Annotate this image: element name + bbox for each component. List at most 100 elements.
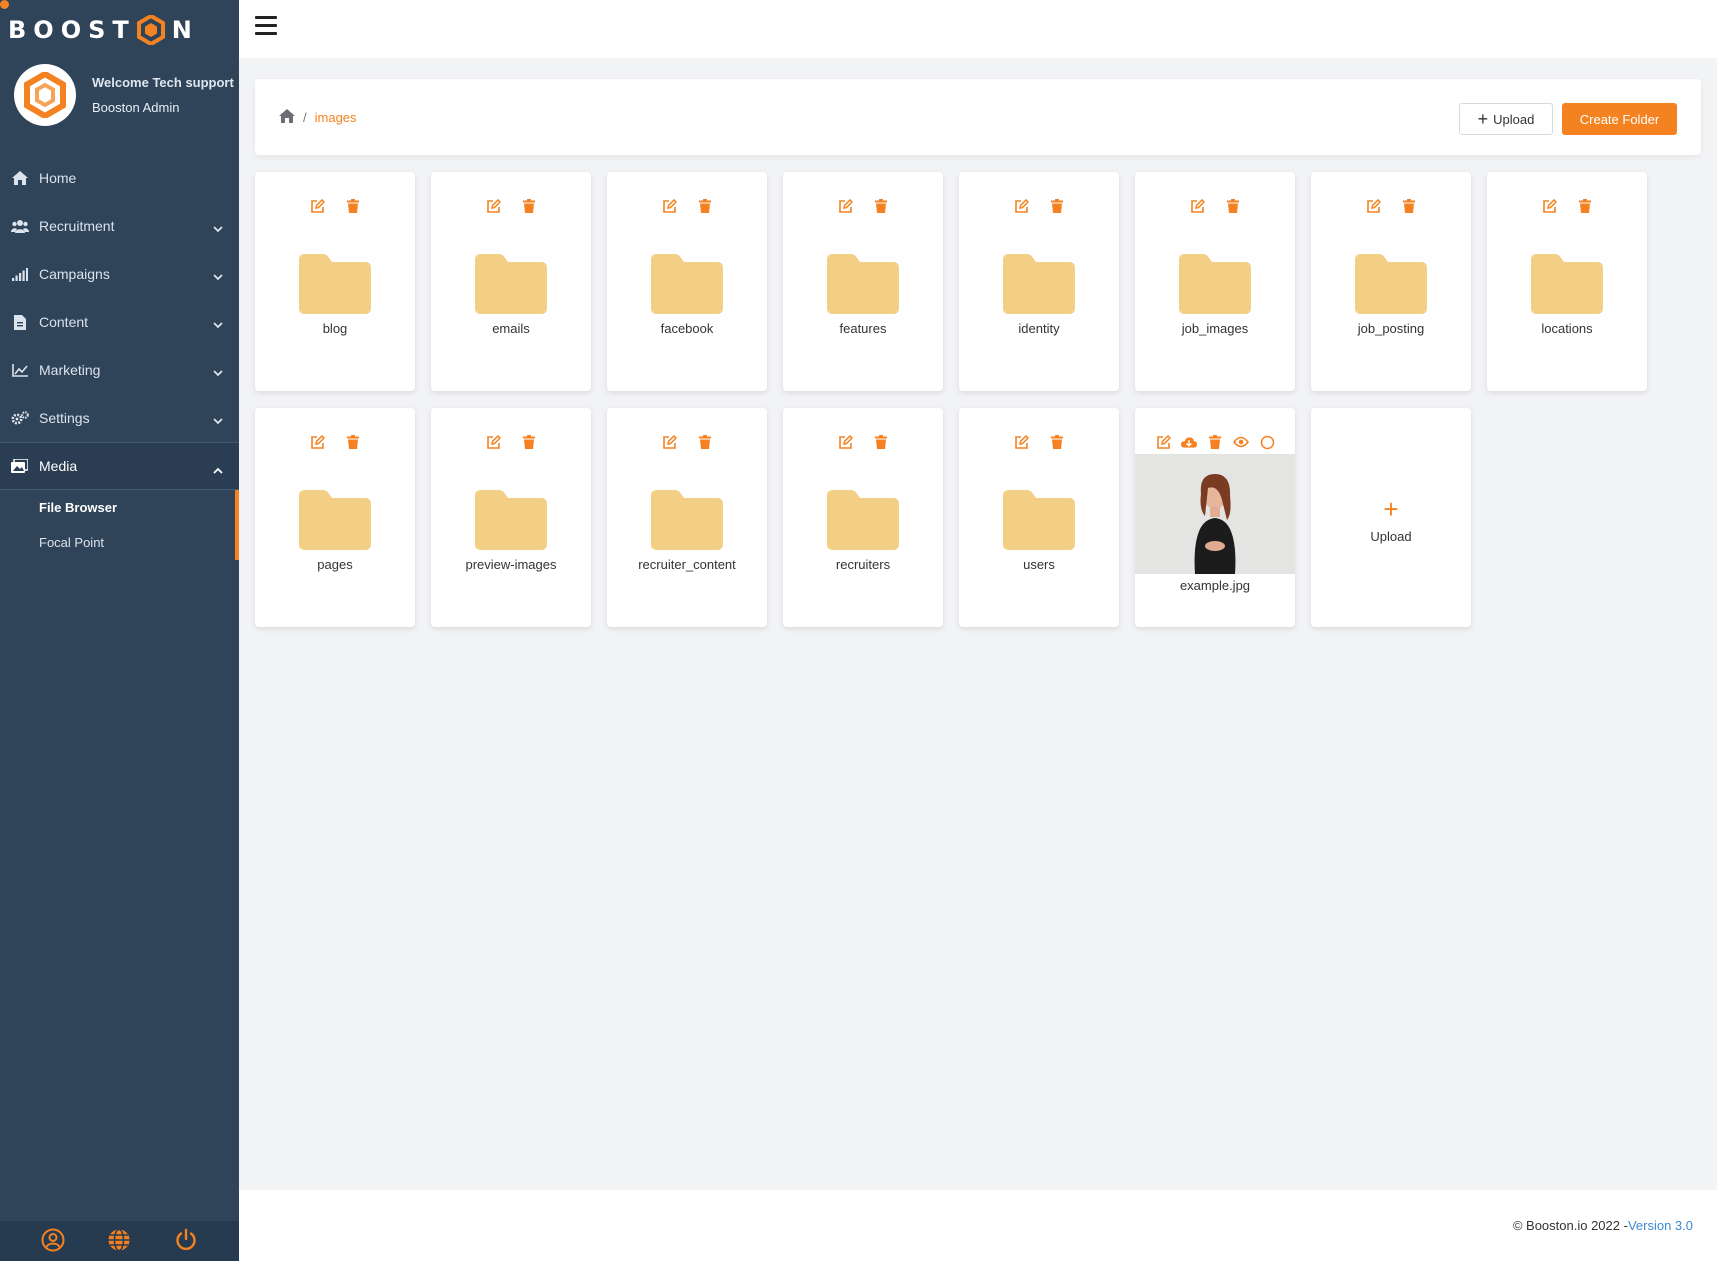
edit-icon[interactable]	[485, 434, 501, 450]
sidebar-item-settings[interactable]: Settings	[0, 394, 239, 442]
sidebar-item-home[interactable]: Home	[0, 154, 239, 202]
version-link[interactable]: Version 3.0	[1628, 1218, 1693, 1233]
brand-text-right: N	[171, 16, 199, 44]
chevron-up-icon	[213, 461, 223, 477]
trash-icon[interactable]	[873, 434, 889, 450]
avatar[interactable]	[14, 64, 76, 126]
image-thumbnail[interactable]	[1135, 454, 1295, 574]
breadcrumb-current[interactable]: images	[315, 110, 357, 125]
chevron-down-icon	[213, 364, 223, 380]
edit-icon[interactable]	[309, 198, 325, 214]
folder-card[interactable]: facebook	[607, 172, 767, 391]
upload-tile[interactable]: + Upload	[1311, 408, 1471, 627]
folder-icon	[475, 488, 547, 550]
edit-icon[interactable]	[1013, 198, 1029, 214]
edit-icon[interactable]	[837, 434, 853, 450]
edit-icon[interactable]	[1365, 198, 1381, 214]
user-circle-icon[interactable]	[41, 1228, 65, 1255]
upload-button[interactable]: + Upload	[1459, 103, 1553, 135]
edit-icon[interactable]	[1189, 198, 1205, 214]
folder-icon	[299, 252, 371, 314]
sidebar-item-label: Campaigns	[39, 266, 110, 282]
chevron-down-icon	[213, 412, 223, 428]
brand-text-left: BOOST	[8, 16, 136, 44]
edit-icon[interactable]	[661, 434, 677, 450]
edit-icon[interactable]	[1013, 434, 1029, 450]
sidebar-item-marketing[interactable]: Marketing	[0, 346, 239, 394]
folder-name: pages	[317, 557, 353, 572]
folder-icon	[1179, 252, 1251, 314]
edit-icon[interactable]	[1155, 434, 1171, 450]
trash-icon[interactable]	[1049, 434, 1065, 450]
trash-icon[interactable]	[1225, 198, 1241, 214]
folder-name: emails	[492, 321, 530, 336]
globe-icon[interactable]	[107, 1228, 131, 1255]
folder-card[interactable]: recruiters	[783, 408, 943, 627]
home-icon[interactable]	[279, 109, 295, 126]
menu-toggle-icon[interactable]	[255, 16, 277, 36]
trash-icon[interactable]	[1401, 198, 1417, 214]
trash-icon[interactable]	[1207, 434, 1223, 450]
images-icon	[10, 458, 29, 474]
folder-name: features	[839, 321, 887, 336]
cloud-download-icon[interactable]	[1181, 434, 1197, 450]
sidebar-item-label: Marketing	[39, 362, 101, 378]
image-file-card[interactable]: example.jpg	[1135, 408, 1295, 627]
trash-icon[interactable]	[521, 198, 537, 214]
folder-name: blog	[322, 321, 348, 336]
trash-icon[interactable]	[1577, 198, 1593, 214]
edit-icon[interactable]	[661, 198, 677, 214]
brand-logo[interactable]: BOOST N	[8, 13, 199, 47]
edit-icon[interactable]	[837, 198, 853, 214]
sidebar-item-label: Home	[39, 170, 77, 186]
sidebar-item-label: Media	[39, 458, 78, 474]
folder-name: job_posting	[1357, 321, 1425, 336]
sidebar-subitem-file-browser[interactable]: File Browser	[0, 490, 235, 525]
trash-icon[interactable]	[873, 198, 889, 214]
chevron-down-icon	[213, 316, 223, 332]
sidebar-item-recruitment[interactable]: Recruitment	[0, 202, 239, 250]
folder-card[interactable]: identity	[959, 172, 1119, 391]
create-folder-button[interactable]: Create Folder	[1562, 103, 1677, 135]
folder-card[interactable]: features	[783, 172, 943, 391]
home-icon	[10, 170, 29, 186]
folder-icon	[827, 488, 899, 550]
sidebar-item-content[interactable]: Content	[0, 298, 239, 346]
select-circle-icon[interactable]	[1259, 434, 1275, 450]
trash-icon[interactable]	[1049, 198, 1065, 214]
topbar	[239, 0, 1717, 58]
folder-name: facebook	[660, 321, 714, 336]
folder-card[interactable]: job_images	[1135, 172, 1295, 391]
eye-icon[interactable]	[1233, 434, 1249, 450]
folder-name: recruiter_content	[638, 557, 736, 572]
trash-icon[interactable]	[697, 434, 713, 450]
users-icon	[10, 218, 29, 234]
folder-card[interactable]: pages	[255, 408, 415, 627]
folder-card[interactable]: emails	[431, 172, 591, 391]
sidebar-item-campaigns[interactable]: Campaigns	[0, 250, 239, 298]
folder-card[interactable]: blog	[255, 172, 415, 391]
folder-card[interactable]: users	[959, 408, 1119, 627]
chevron-down-icon	[213, 220, 223, 236]
power-icon[interactable]	[174, 1228, 198, 1255]
trash-icon[interactable]	[345, 198, 361, 214]
copyright-text: © Booston.io 2022 -	[1512, 1218, 1628, 1233]
folder-card[interactable]: preview-images	[431, 408, 591, 627]
edit-icon[interactable]	[1541, 198, 1557, 214]
folder-icon	[1531, 252, 1603, 314]
folder-card[interactable]: locations	[1487, 172, 1647, 391]
folder-icon	[1003, 252, 1075, 314]
line-chart-icon	[10, 362, 29, 378]
trash-icon[interactable]	[521, 434, 537, 450]
edit-icon[interactable]	[485, 198, 501, 214]
edit-icon[interactable]	[309, 434, 325, 450]
sidebar-item-media[interactable]: Media	[0, 442, 239, 490]
plus-icon: +	[1383, 494, 1399, 524]
trash-icon[interactable]	[697, 198, 713, 214]
folder-card[interactable]: recruiter_content	[607, 408, 767, 627]
folder-icon	[827, 252, 899, 314]
trash-icon[interactable]	[345, 434, 361, 450]
sidebar-item-label: Settings	[39, 410, 90, 426]
folder-card[interactable]: job_posting	[1311, 172, 1471, 391]
sidebar-subitem-focal-point[interactable]: Focal Point	[0, 525, 235, 560]
